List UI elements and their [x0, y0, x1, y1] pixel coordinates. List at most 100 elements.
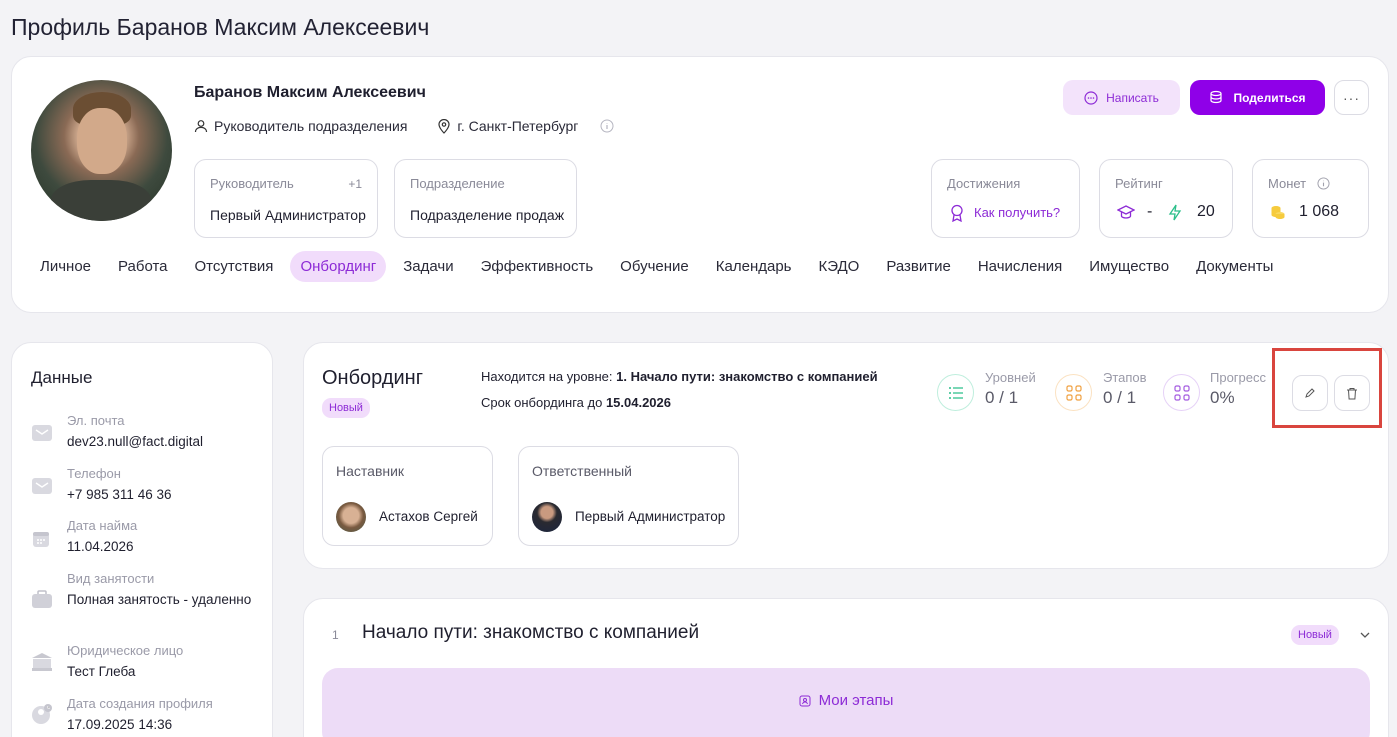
tab-development[interactable]: Развитие: [876, 251, 961, 282]
coins-value: 1 068: [1299, 203, 1340, 220]
profile-avatar: [31, 80, 172, 221]
tab-property[interactable]: Имущество: [1079, 251, 1179, 282]
tab-onboarding[interactable]: Онбординг: [290, 251, 387, 282]
legal-entity-value: Тест Глеба: [67, 664, 136, 679]
rating-box[interactable]: Рейтинг - 20: [1099, 159, 1233, 238]
email-label: Эл. почта: [67, 413, 125, 428]
share-button-label: Поделиться: [1233, 90, 1306, 105]
chat-icon: [1084, 90, 1098, 105]
manager-value: Первый Администратор: [210, 207, 366, 223]
stat-levels: Уровней 0 / 1: [937, 370, 1036, 411]
level-number: 1: [332, 628, 339, 642]
rating-label: Рейтинг: [1115, 176, 1163, 191]
tab-documents[interactable]: Документы: [1186, 251, 1283, 282]
location-pin-icon: [437, 118, 451, 134]
stat-levels-label: Уровней: [985, 369, 1036, 385]
tab-learning[interactable]: Обучение: [610, 251, 699, 282]
edit-button[interactable]: [1292, 375, 1328, 411]
deadline-value: 15.04.2026: [605, 395, 672, 410]
onboarding-level-line: Находится на уровне: 1. Начало пути: зна…: [481, 369, 878, 384]
achievements-box[interactable]: Достижения Как получить?: [931, 159, 1080, 238]
write-button[interactable]: Написать: [1063, 80, 1180, 115]
hire-date-value: 11.04.2026: [67, 539, 134, 554]
info-icon[interactable]: [600, 119, 614, 133]
department-box[interactable]: Подразделение Подразделение продаж: [394, 159, 577, 238]
responsible-name: Первый Администратор: [575, 509, 726, 524]
tab-absences[interactable]: Отсутствия: [185, 251, 284, 282]
responsible-box: Ответственный Первый Администратор: [518, 446, 739, 546]
my-stages-bar[interactable]: Мои этапы: [322, 668, 1370, 737]
briefcase-icon: [31, 589, 53, 611]
tab-accruals[interactable]: Начисления: [968, 251, 1072, 282]
field-legal-entity: Юридическое лицо Тест Глеба: [31, 643, 261, 683]
field-employment-type: Вид занятости Полная занятость - удаленн…: [31, 571, 261, 631]
tab-work[interactable]: Работа: [108, 251, 178, 282]
more-dots-icon: ···: [1343, 89, 1360, 106]
profile-card: Баранов Максим Алексеевич Руководитель п…: [11, 56, 1389, 313]
tab-kedo[interactable]: КЭДО: [808, 251, 869, 282]
onboarding-status-badge: Новый: [322, 398, 370, 418]
trash-icon: [1347, 387, 1357, 399]
profile-tabs: Личное Работа Отсутствия Онбординг Задач…: [30, 251, 1290, 282]
page-title: Профиль Баранов Максим Алексеевич: [11, 14, 430, 40]
more-button[interactable]: ···: [1334, 80, 1369, 115]
email-value: dev23.null@fact.digital: [67, 434, 204, 449]
department-value: Подразделение продаж: [410, 207, 565, 223]
profile-created-value: 17.09.2025 14:36: [67, 717, 173, 732]
mentor-label: Наставник: [336, 463, 405, 479]
my-stages-label: Мои этапы: [818, 692, 894, 709]
chevron-down-icon[interactable]: [1359, 627, 1371, 645]
award-icon: [949, 204, 965, 227]
employment-type-label: Вид занятости: [67, 571, 155, 586]
achievements-label: Достижения: [947, 176, 1021, 191]
mentor-box: Наставник Астахов Сергей: [322, 446, 493, 546]
field-phone: Телефон +7 985 311 46 36: [31, 466, 261, 506]
field-profile-created: Дата создания профиля 17.09.2025 14:36: [31, 696, 261, 736]
list-icon: [937, 374, 974, 411]
level-title: Начало пути: знакомство с компанией: [362, 622, 700, 643]
coins-share-icon: [1210, 90, 1223, 104]
profile-created-label: Дата создания профиля: [67, 696, 213, 711]
stages-icon: [799, 695, 811, 706]
bank-icon: [31, 652, 53, 674]
lightning-icon: [1168, 204, 1182, 226]
calendar-icon: [31, 529, 53, 551]
rating-value-2: 20: [1197, 203, 1215, 220]
tab-calendar[interactable]: Календарь: [706, 251, 802, 282]
stat-stages-value: 0 / 1: [1103, 387, 1137, 407]
stat-progress-value: 0%: [1210, 387, 1235, 407]
field-email: Эл. почта dev23.null@fact.digital: [31, 413, 261, 453]
rating-value-1: -: [1147, 203, 1153, 220]
share-button[interactable]: Поделиться: [1190, 80, 1325, 115]
onboarding-deadline-line: Срок онбординга до 15.04.2026: [481, 395, 671, 410]
level-status-badge: Новый: [1291, 625, 1339, 645]
coins-info-icon[interactable]: [1317, 177, 1330, 195]
stat-progress-label: Прогресс: [1210, 369, 1267, 385]
mentor-name: Астахов Сергей: [379, 509, 478, 524]
legal-entity-label: Юридическое лицо: [67, 643, 184, 658]
tab-personal[interactable]: Личное: [30, 251, 101, 282]
write-button-label: Написать: [1106, 90, 1159, 105]
phone-value: +7 985 311 46 36: [67, 487, 172, 502]
manager-box[interactable]: Руководитель +1 Первый Администратор: [194, 159, 378, 238]
achievements-link[interactable]: Как получить?: [974, 205, 1060, 220]
manager-extra-count: +1: [348, 177, 362, 191]
stat-stages: Этапов 0 / 1: [1055, 370, 1147, 411]
tab-efficiency[interactable]: Эффективность: [471, 251, 604, 282]
user-clock-icon: [31, 703, 53, 725]
level-value: 1. Начало пути: знакомство с компанией: [616, 369, 878, 384]
tab-tasks[interactable]: Задачи: [393, 251, 463, 282]
department-label: Подразделение: [410, 176, 505, 191]
profile-position: Руководитель подразделения: [214, 118, 408, 134]
coins-box[interactable]: Монет 1 068: [1252, 159, 1369, 238]
level-card: 1 Начало пути: знакомство с компанией Но…: [303, 598, 1389, 737]
onboarding-title: Онбординг: [322, 367, 424, 389]
profile-city: г. Санкт-Петербург: [457, 118, 579, 134]
progress-grid-icon: [1163, 374, 1200, 411]
pencil-icon: [1305, 388, 1315, 398]
stat-levels-value: 0 / 1: [985, 387, 1019, 407]
delete-button[interactable]: [1334, 375, 1370, 411]
mentor-avatar: [336, 502, 366, 532]
coins-label: Монет: [1268, 176, 1307, 191]
employment-type-value: Полная занятость - удаленно: [67, 592, 252, 607]
